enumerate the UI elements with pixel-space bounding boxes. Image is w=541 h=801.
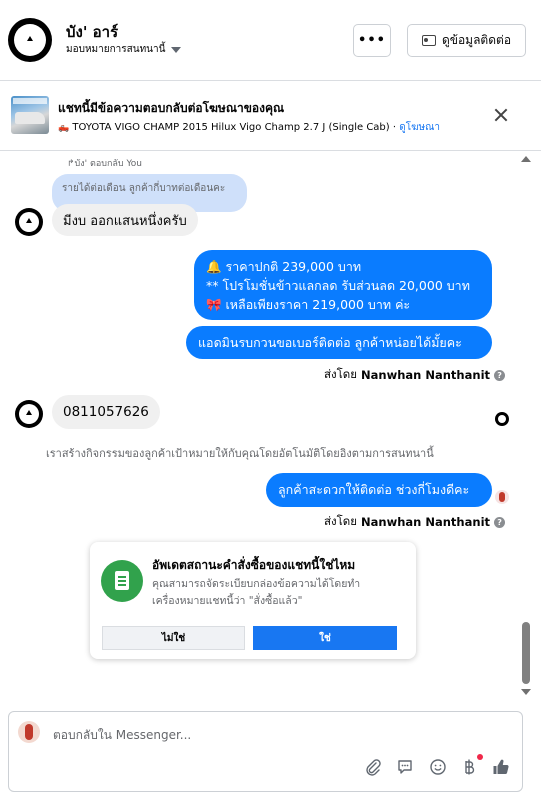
customer-avatar-small[interactable]	[15, 208, 43, 236]
page-avatar	[18, 721, 40, 743]
assign-label: มอบหมายการสนทนานี้	[66, 44, 166, 55]
assign-conversation-dropdown[interactable]: มอบหมายการสนทนานี้	[66, 42, 182, 57]
sent-by-prefix: ส่งโดย	[324, 367, 358, 381]
order-no-button[interactable]: ไม่ใช่	[102, 626, 245, 650]
avatar-glyph-icon	[26, 410, 32, 415]
message-line: ** โปรโมชั่นข้าวแลกลด รับส่วนลด 20,000 บ…	[206, 277, 470, 293]
outgoing-message[interactable]: แอดมินรบกวนขอเบอร์ติดต่อ ลูกค้าหน่อยได้ม…	[186, 326, 492, 359]
view-ad-link[interactable]: ดูโฆษณา	[399, 122, 440, 133]
outgoing-message[interactable]: 🔔 ราคาปกติ 239,000 บาท ** โปรโมชั่นข้าวแ…	[194, 250, 492, 320]
scroll-up-arrow[interactable]	[521, 156, 531, 162]
close-icon[interactable]	[494, 108, 508, 122]
sent-by-label: ส่งโดย Nanwhan Nanthanit ?	[324, 366, 506, 384]
chevron-down-icon	[171, 46, 182, 53]
message-composer	[8, 711, 523, 792]
thumbs-up-icon[interactable]	[492, 758, 510, 776]
ad-separator: ⋅	[389, 122, 400, 133]
customer-name[interactable]: บัง' อาร์	[66, 20, 118, 44]
seen-avatar	[495, 490, 509, 504]
message-line: 🔔 ราคาปกติ 239,000 บาท	[206, 258, 362, 274]
saved-reply-icon[interactable]	[396, 758, 414, 776]
ad-thumbnail[interactable]	[11, 96, 49, 134]
more-options-button[interactable]: •••	[353, 24, 391, 57]
avatar-glyph-icon	[26, 218, 32, 223]
sent-by-prefix: ส่งโดย	[324, 514, 358, 528]
ad-description-text: TOYOTA VIGO CHAMP 2015 Hilux Vigo Champ …	[72, 122, 390, 133]
conversation-header: บัง' อาร์ มอบหมายการสนทนานี้ ••• ดูข้อมู…	[0, 0, 541, 81]
outgoing-message[interactable]: ลูกค้าสะดวกให้ติดต่อ ช่วงกี่โมงดีคะ	[266, 473, 492, 507]
order-yes-button[interactable]: ใช่	[253, 626, 397, 650]
ad-banner-title: แชทนี้มีข้อความตอบกลับต่อโฆษณาของคุณ	[58, 101, 285, 115]
order-status-card: อัพเดตสถานะคำสั่งซื้อของแชทนี้ใช่ไหม คุณ…	[90, 542, 416, 659]
reply-input[interactable]	[53, 726, 473, 744]
contact-card-icon	[421, 35, 436, 46]
view-contact-button[interactable]: ดูข้อมูลติดต่อ	[407, 24, 526, 57]
scroll-down-arrow[interactable]	[521, 689, 531, 695]
emoji-icon[interactable]	[429, 758, 447, 776]
view-contact-label: ดูข้อมูลติดต่อ	[441, 33, 512, 47]
ad-banner-description: 🛻 TOYOTA VIGO CHAMP 2015 Hilux Vigo Cham…	[58, 120, 440, 135]
customer-avatar[interactable]	[8, 18, 52, 62]
incoming-message[interactable]: 0811057626	[52, 395, 160, 429]
info-icon[interactable]: ?	[494, 516, 506, 528]
reply-hint: ↱บัง' ตอบกลับ You	[67, 159, 142, 169]
seen-indicator	[495, 412, 509, 426]
message-line: 🎀 เหลือเพียงราคา 219,000 บาท ค่ะ	[206, 296, 411, 312]
baht-icon[interactable]	[460, 758, 478, 776]
system-note: เราสร้างกิจกรรมของลูกค้าเป้าหมายให้กับคุ…	[46, 447, 434, 460]
customer-avatar-small[interactable]	[15, 400, 43, 428]
incoming-message[interactable]: มีงบ ออกแสนหนึ่งครับ	[52, 204, 198, 236]
sent-by-label: ส่งโดย Nanwhan Nanthanit ?	[324, 513, 506, 531]
order-card-body: คุณสามารถจัดระเบียบกล่องข้อความได้โดยทำเ…	[152, 578, 361, 607]
order-card-title: อัพเดตสถานะคำสั่งซื้อของแชทนี้ใช่ไหม	[152, 558, 356, 572]
avatar-glyph-icon	[27, 36, 33, 41]
scrollbar-thumb[interactable]	[522, 622, 530, 684]
attachment-icon[interactable]	[364, 758, 382, 776]
info-icon[interactable]: ?	[494, 369, 506, 381]
ad-reply-banner: แชทนี้มีข้อความตอบกลับต่อโฆษณาของคุณ 🛻 T…	[0, 81, 541, 151]
notification-dot	[477, 754, 483, 760]
sender-name: Nanwhan Nanthanit	[361, 368, 491, 382]
order-doc-icon	[101, 560, 143, 602]
sender-name: Nanwhan Nanthanit	[361, 515, 491, 529]
car-icon: 🛻	[58, 123, 70, 133]
